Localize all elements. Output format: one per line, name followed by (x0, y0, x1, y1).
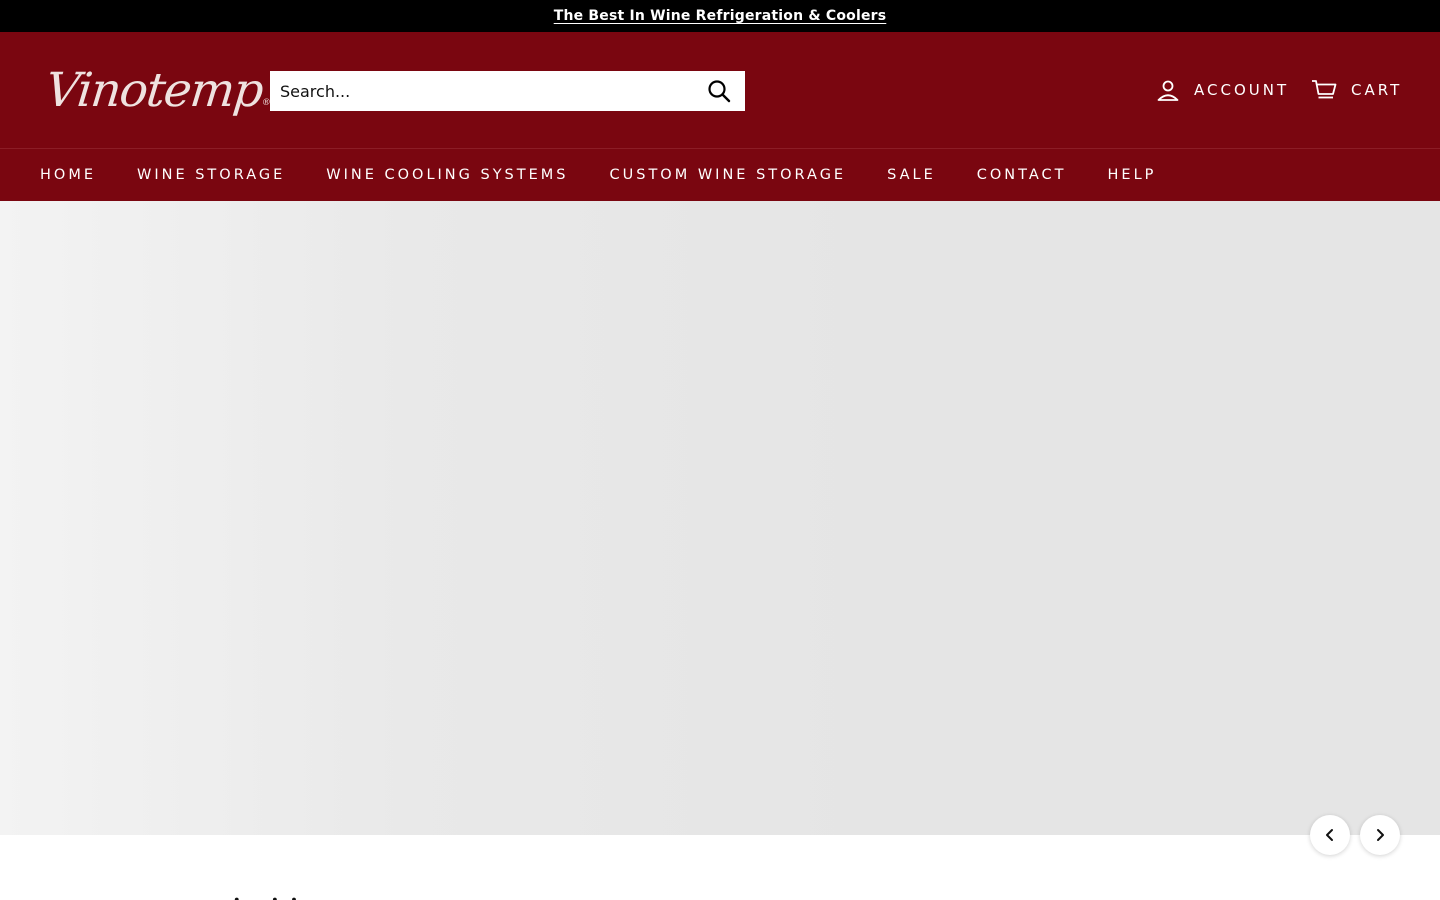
chevron-left-icon (1326, 829, 1333, 841)
hero-slideshow (0, 201, 1440, 835)
nav-item-sale[interactable]: SALE (887, 167, 936, 183)
nav-item-help[interactable]: HELP (1108, 167, 1157, 183)
site-header: Vinotemp® ACCOUNT CART HOME WINE STORAGE… (0, 32, 1440, 201)
nav-item-custom-wine-storage[interactable]: CUSTOM WINE STORAGE (610, 167, 847, 183)
announcement-link[interactable]: The Best In Wine Refrigeration & Coolers (554, 8, 887, 24)
account-icon (1157, 80, 1179, 101)
account-link[interactable]: ACCOUNT (1156, 78, 1289, 102)
search-button[interactable] (693, 71, 745, 111)
nav-item-contact[interactable]: CONTACT (977, 167, 1067, 183)
announcement-bar: The Best In Wine Refrigeration & Coolers (0, 0, 1440, 32)
slideshow-prev-button[interactable] (1310, 815, 1350, 855)
nav-item-wine-cooling-systems[interactable]: WINE COOLING SYSTEMS (326, 167, 568, 183)
search-input[interactable] (270, 71, 693, 111)
nav-item-home[interactable]: HOME (40, 167, 96, 183)
cart-icon (1312, 80, 1337, 99)
logo-text: Vinotemp (43, 62, 265, 118)
chevron-right-icon (1377, 829, 1384, 841)
account-label: ACCOUNT (1194, 81, 1290, 99)
main-nav: HOME WINE STORAGE WINE COOLING SYSTEMS C… (0, 148, 1440, 201)
nav-item-wine-storage[interactable]: WINE STORAGE (137, 167, 285, 183)
slideshow-next-button[interactable] (1360, 815, 1400, 855)
section-heading-partial: · . · · (232, 886, 299, 900)
cart-link[interactable]: CART (1311, 78, 1402, 102)
search-form (270, 71, 745, 111)
cart-label: CART (1351, 81, 1403, 99)
search-icon (708, 80, 731, 103)
logo[interactable]: Vinotemp ® (42, 50, 271, 130)
